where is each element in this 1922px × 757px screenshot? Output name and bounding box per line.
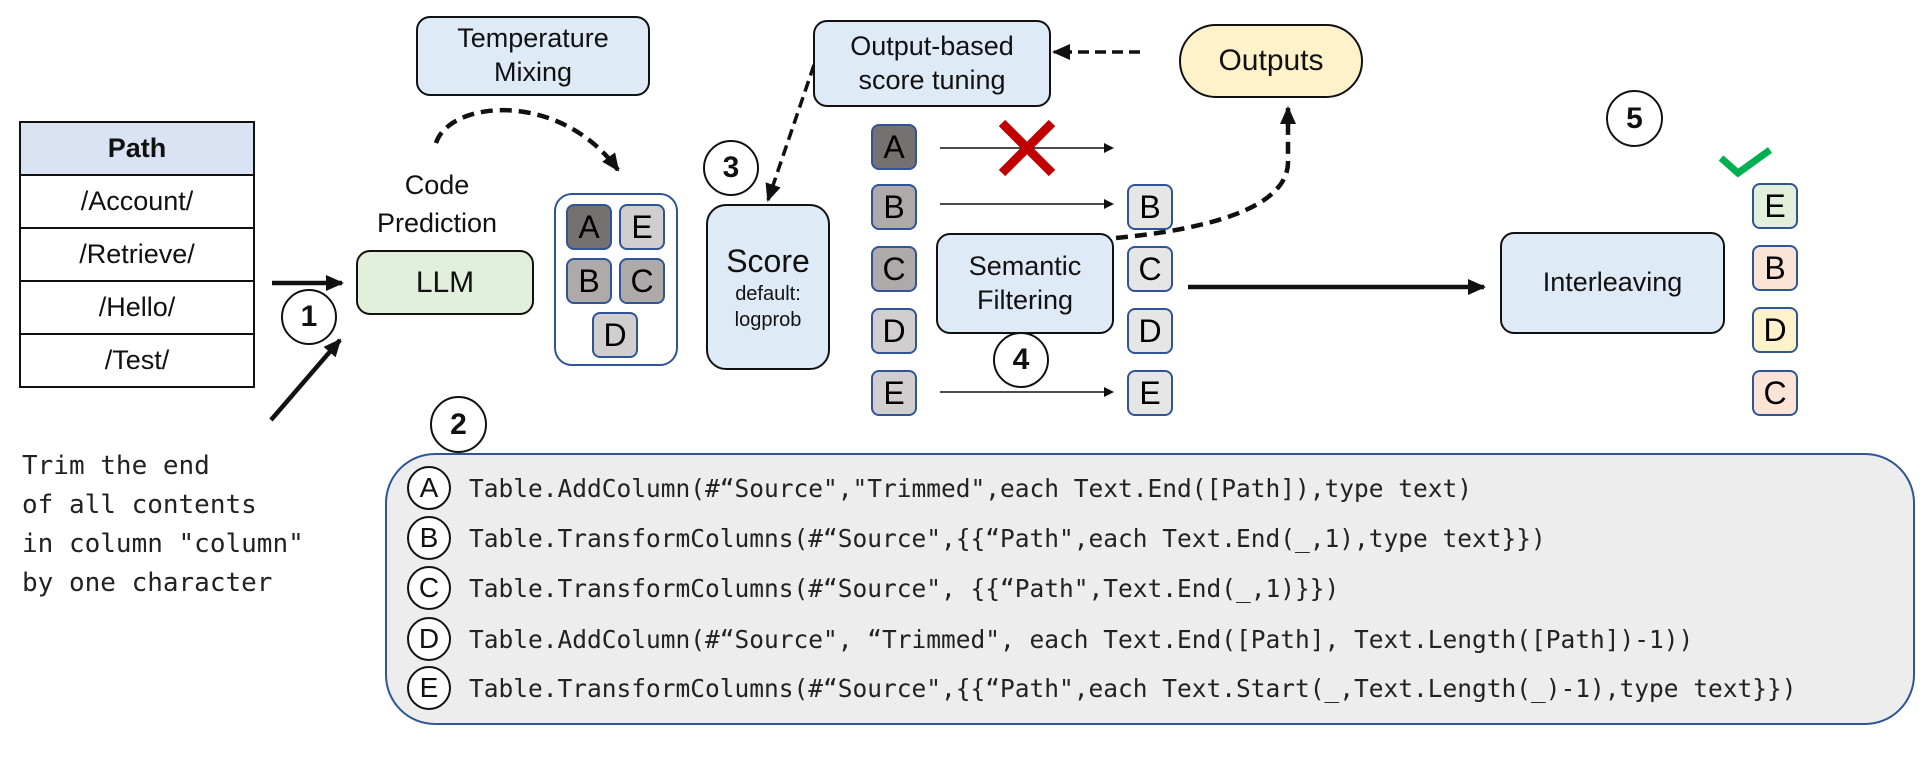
filtered-candidate-c: C [1127, 246, 1173, 292]
code-option-row: A Table.AddColumn(#“Source","Trimmed",ea… [407, 463, 1472, 513]
table-row: /Account/ [19, 174, 255, 229]
final-candidate-e: E [1752, 183, 1798, 229]
pool-candidate-a: A [566, 204, 612, 250]
scored-candidate-a: A [871, 124, 917, 170]
option-c-badge: C [407, 566, 451, 610]
candidate-pool: A E B C D [554, 193, 678, 366]
option-b-code: Table.TransformColumns(#“Source",{{“Path… [469, 523, 1546, 553]
option-e-code: Table.TransformColumns(#“Source",{{“Path… [469, 673, 1797, 703]
option-e-badge: E [407, 666, 451, 710]
code-options-panel: A Table.AddColumn(#“Source","Trimmed",ea… [385, 453, 1915, 725]
arrow-tuning-to-score [765, 64, 816, 202]
table-cell: /Account/ [19, 174, 255, 229]
step-2-badge: 2 [430, 396, 487, 453]
scored-candidate-c: C [871, 246, 917, 292]
table-header-path: Path [19, 121, 255, 176]
code-option-row: C Table.TransformColumns(#“Source", {{“P… [407, 563, 1339, 613]
score-subtitle: default: logprob [734, 283, 802, 331]
final-candidate-c: C [1752, 370, 1798, 416]
interleaving-node: Interleaving [1500, 232, 1725, 334]
scored-candidate-d: D [871, 308, 917, 354]
filtered-candidate-e: E [1127, 370, 1173, 416]
scored-candidate-e: E [871, 370, 917, 416]
output-score-tuning-node: Output-based score tuning [813, 20, 1051, 107]
final-candidate-b: B [1752, 245, 1798, 291]
option-d-badge: D [407, 617, 451, 661]
semantic-filtering-node: Semantic Filtering [936, 233, 1114, 334]
pool-candidate-d: D [592, 312, 638, 358]
pool-candidate-c: C [619, 258, 665, 304]
code-option-row: E Table.TransformColumns(#“Source",{{“Pa… [407, 663, 1797, 713]
option-b-badge: B [407, 516, 451, 560]
table-cell: /Test/ [19, 333, 255, 388]
table-cell: /Hello/ [19, 280, 255, 335]
outputs-node: Outputs [1179, 24, 1363, 98]
option-c-code: Table.TransformColumns(#“Source", {{“Pat… [469, 573, 1340, 603]
table-row: /Hello/ [19, 280, 255, 335]
llm-node: LLM [356, 250, 534, 315]
table-row: /Test/ [19, 333, 255, 388]
step-5-badge: 5 [1606, 90, 1663, 147]
temperature-mixing-node: Temperature Mixing [416, 16, 650, 96]
step-1-badge: 1 [281, 289, 337, 345]
input-table: Path /Account/ /Retrieve/ /Hello/ /Test/ [19, 121, 255, 388]
code-prediction-label: Code Prediction [376, 170, 498, 238]
scored-candidate-b: B [871, 184, 917, 230]
filtered-candidate-b: B [1127, 184, 1173, 230]
arrow-instruction-to-llm [269, 338, 342, 422]
filtered-candidate-d: D [1127, 308, 1173, 354]
option-a-code: Table.AddColumn(#“Source","Trimmed",each… [469, 473, 1473, 503]
option-a-badge: A [407, 466, 451, 510]
code-option-row: D Table.AddColumn(#“Source", “Trimmed", … [407, 614, 1693, 664]
score-title: Score [726, 243, 810, 279]
final-candidate-d: D [1752, 307, 1798, 353]
step-4-badge: 4 [993, 332, 1049, 388]
check-icon [1718, 147, 1773, 178]
instruction-text: Trim the end of all contents in column "… [22, 451, 304, 598]
score-node: Score default: logprob [706, 204, 830, 370]
code-option-row: B Table.TransformColumns(#“Source",{{“Pa… [407, 513, 1546, 563]
table-cell: /Retrieve/ [19, 227, 255, 282]
table-row: /Retrieve/ [19, 227, 255, 282]
pool-candidate-e: E [619, 204, 665, 250]
step-3-badge: 3 [703, 140, 759, 196]
arrow-temperature-mixing [433, 108, 620, 172]
option-d-code: Table.AddColumn(#“Source", “Trimmed", ea… [469, 624, 1694, 654]
pool-candidate-b: B [566, 258, 612, 304]
